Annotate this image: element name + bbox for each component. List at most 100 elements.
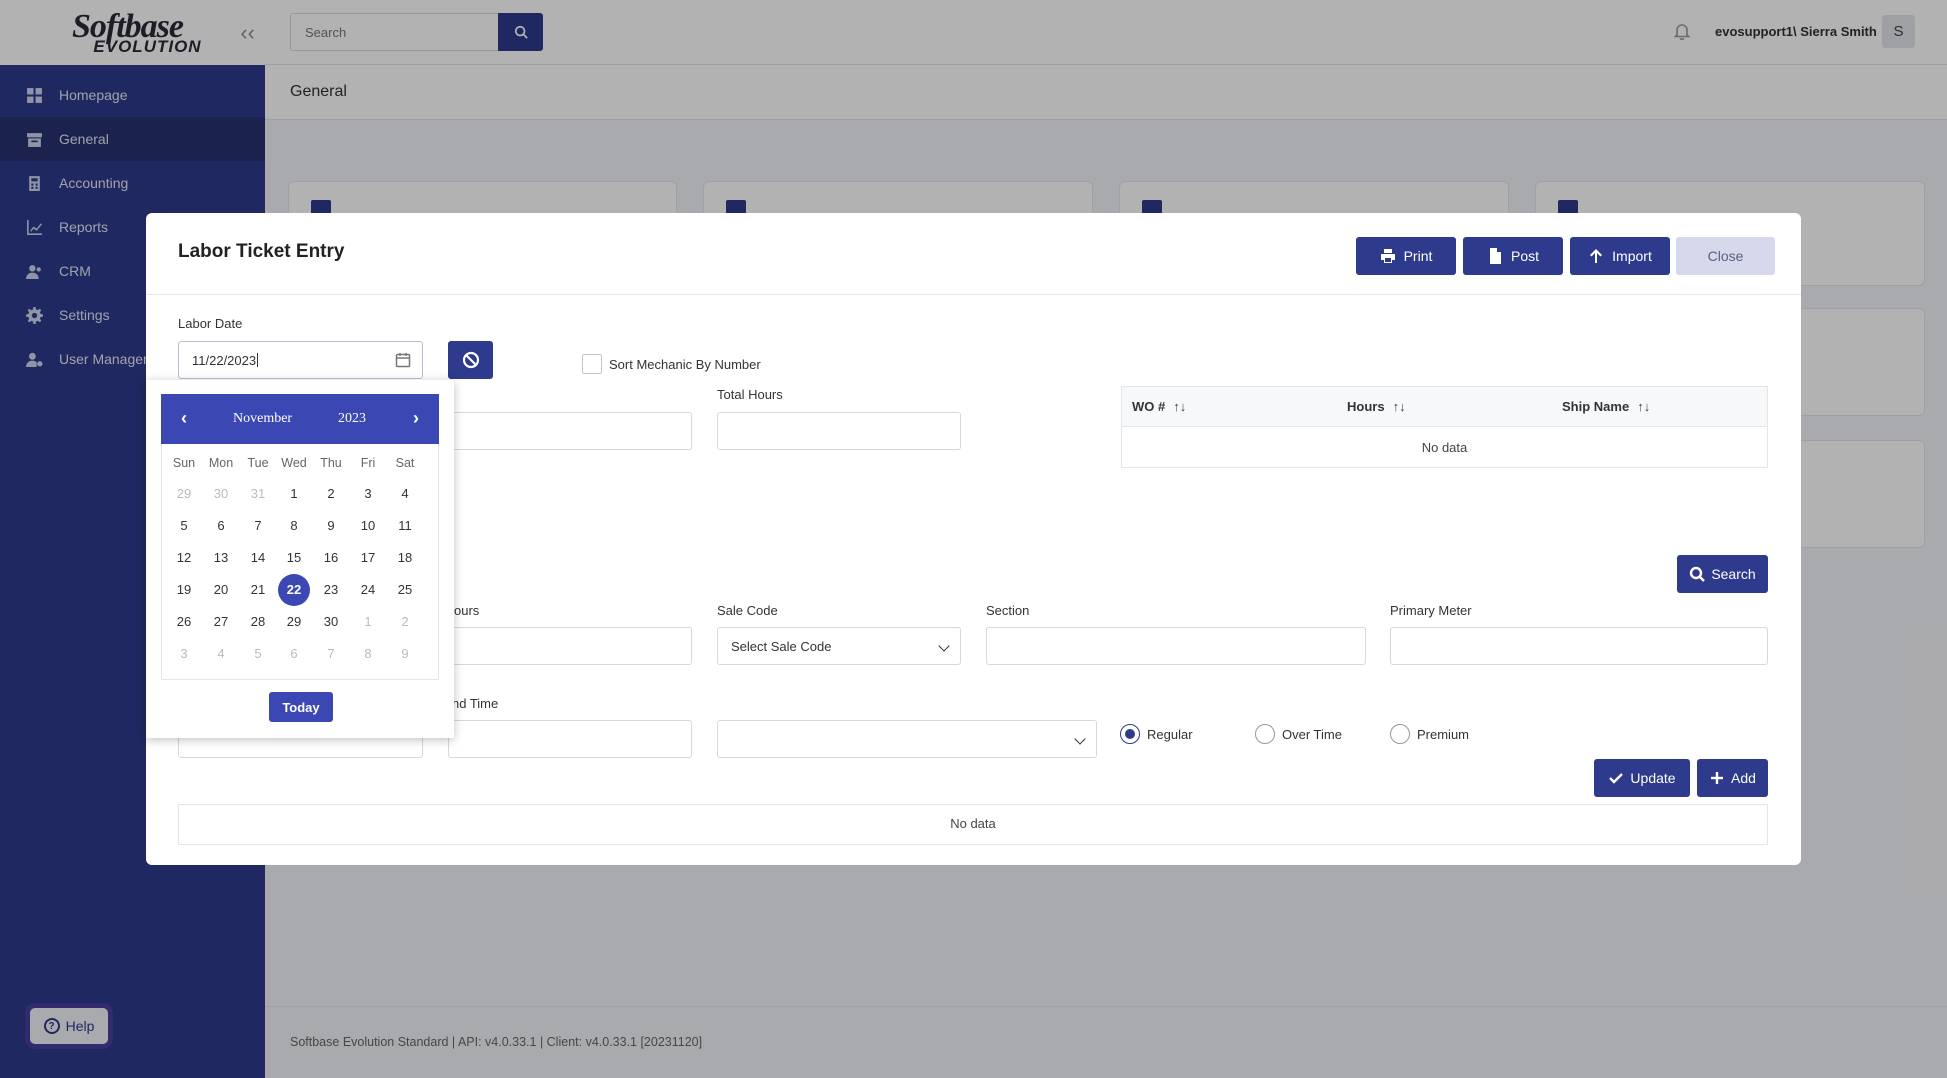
prev-month-button[interactable]: ‹ [181, 408, 187, 429]
calendar-day[interactable]: 1 [352, 606, 384, 638]
calendar-icon[interactable] [395, 352, 411, 371]
calendar-day[interactable]: 12 [168, 542, 200, 574]
calendar-day[interactable]: 4 [205, 638, 237, 670]
weekday-label: Tue [247, 456, 269, 470]
calendar-day[interactable]: 8 [352, 638, 384, 670]
calendar-day[interactable]: 3 [168, 638, 200, 670]
weekday-label: Sun [172, 456, 196, 470]
clear-date-button[interactable] [448, 341, 493, 379]
column-label: Hours [1347, 399, 1385, 414]
calendar-day[interactable]: 6 [205, 510, 237, 542]
primary-meter-input[interactable] [1390, 627, 1768, 665]
calendar-day[interactable]: 8 [278, 510, 310, 542]
today-button[interactable]: Today [269, 692, 333, 722]
search-button[interactable]: Search [1677, 555, 1768, 593]
calendar-day[interactable]: 18 [389, 542, 421, 574]
file-icon [1489, 248, 1501, 264]
calendar-day[interactable]: 25 [389, 574, 421, 606]
update-button[interactable]: Update [1594, 759, 1690, 797]
calendar-day[interactable]: 3 [352, 478, 384, 510]
calendar-day[interactable]: 19 [168, 574, 200, 606]
column-label: Ship Name [1562, 399, 1630, 414]
post-label: Post [1510, 248, 1539, 264]
labor-date-label: Labor Date [178, 316, 243, 331]
labor-date-value: 11/22/2023 [192, 352, 257, 368]
update-label: Update [1630, 770, 1676, 786]
regular-radio[interactable] [1120, 724, 1140, 744]
calendar-day[interactable]: 5 [242, 638, 274, 670]
weekday-label: Sat [395, 456, 415, 470]
calendar-day[interactable]: 9 [315, 510, 347, 542]
end-time-input[interactable] [448, 720, 692, 758]
calendar-day[interactable]: 13 [205, 542, 237, 574]
calendar-day[interactable]: 7 [315, 638, 347, 670]
calendar-day[interactable]: 24 [352, 574, 384, 606]
sale-code-select[interactable]: Select Sale Code [717, 627, 961, 665]
calendar-day[interactable]: 30 [205, 478, 237, 510]
arrow-up-icon [1590, 249, 1603, 263]
plus-icon [1711, 772, 1724, 784]
end-time-label: nd Time [452, 696, 499, 711]
calendar-day[interactable]: 7 [242, 510, 274, 542]
calendar-day[interactable]: 4 [389, 478, 421, 510]
post-button[interactable]: Post [1463, 237, 1563, 275]
import-button[interactable]: Import [1570, 237, 1670, 275]
sort-icon[interactable]: ↑↓ [1393, 399, 1406, 414]
hours-input[interactable] [448, 627, 692, 665]
calendar-day[interactable]: 2 [315, 478, 347, 510]
calendar-day[interactable]: 22 [278, 574, 310, 606]
calendar-day[interactable]: 17 [352, 542, 384, 574]
sort-mechanic-checkbox[interactable] [582, 354, 602, 374]
calendar-day[interactable]: 26 [168, 606, 200, 638]
close-button[interactable]: Close [1676, 237, 1775, 275]
calendar-day[interactable]: 14 [242, 542, 274, 574]
month-select[interactable]: November [233, 411, 292, 427]
add-button[interactable]: Add [1697, 759, 1768, 797]
total-hours-label: Total Hours [717, 387, 783, 402]
calendar-day[interactable]: 21 [242, 574, 274, 606]
column-hours[interactable]: Hours ↑↓ [1347, 399, 1406, 414]
labor-date-input[interactable]: 11/22/2023 [178, 341, 423, 379]
premium-radio[interactable] [1390, 724, 1410, 744]
sort-icon[interactable]: ↑↓ [1637, 399, 1650, 414]
calendar-day[interactable]: 31 [242, 478, 274, 510]
modal-title: Labor Ticket Entry [178, 241, 345, 262]
date-picker: ‹ November 2023 › Sun Mon Tue Wed Thu Fri Sat 2… [146, 380, 454, 738]
calendar-day[interactable]: 23 [315, 574, 347, 606]
calendar-day[interactable]: 5 [168, 510, 200, 542]
section-input[interactable] [986, 627, 1366, 665]
total-hours-input[interactable] [717, 412, 961, 450]
calendar-day[interactable]: 28 [242, 606, 274, 638]
calendar-day[interactable]: 15 [278, 542, 310, 574]
mechanic-input[interactable] [448, 412, 692, 450]
empty-state: No data [1421, 440, 1468, 455]
calendar-day[interactable]: 29 [168, 478, 200, 510]
calendar-day[interactable]: 11 [389, 510, 421, 542]
calendar-day[interactable]: 27 [205, 606, 237, 638]
printer-icon [1380, 249, 1395, 263]
calendar-day[interactable]: 2 [389, 606, 421, 638]
calendar-day[interactable]: 30 [315, 606, 347, 638]
calendar-day[interactable]: 9 [389, 638, 421, 670]
next-month-button[interactable]: › [413, 408, 419, 429]
chevron-down-icon [1074, 733, 1086, 745]
calendar-day[interactable]: 10 [352, 510, 384, 542]
calendar-day[interactable]: 6 [278, 638, 310, 670]
column-ship-name[interactable]: Ship Name ↑↓ [1562, 399, 1650, 414]
calendar-day[interactable]: 29 [278, 606, 310, 638]
weekday-label: Wed [281, 456, 307, 470]
add-label: Add [1731, 770, 1756, 786]
search-icon [1690, 566, 1706, 582]
calendar-day[interactable]: 1 [278, 478, 310, 510]
sort-icon[interactable]: ↑↓ [1173, 399, 1186, 414]
select-dropdown[interactable] [717, 720, 1097, 758]
overtime-radio[interactable] [1255, 724, 1275, 744]
labor-lines-grid: No data [178, 804, 1768, 845]
calendar-day[interactable]: 16 [315, 542, 347, 574]
year-select[interactable]: 2023 [338, 411, 366, 427]
calendar-day[interactable]: 20 [205, 574, 237, 606]
column-label: WO # [1132, 399, 1166, 414]
sale-code-label: Sale Code [717, 603, 778, 618]
column-wo-number[interactable]: WO # ↑↓ [1132, 399, 1186, 414]
print-button[interactable]: Print [1356, 237, 1456, 275]
